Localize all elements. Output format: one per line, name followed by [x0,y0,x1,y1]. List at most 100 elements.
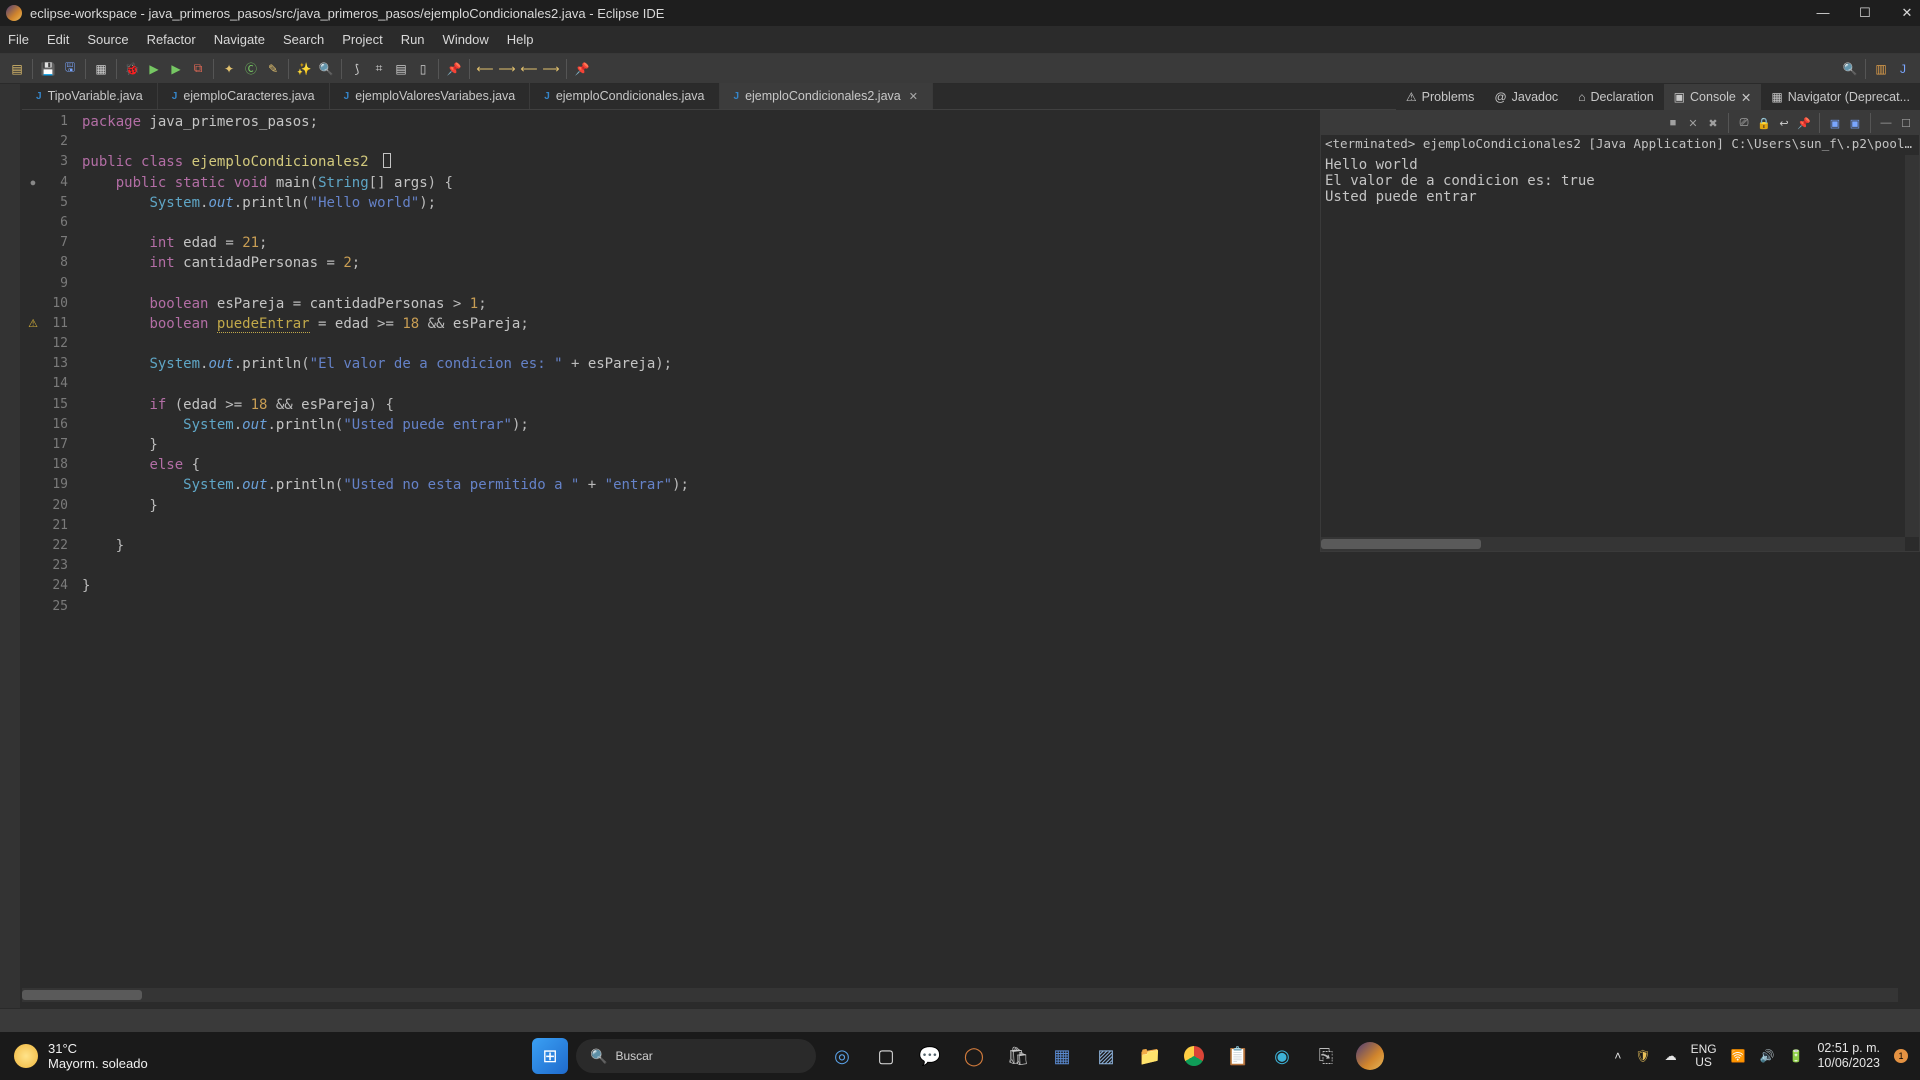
gutter-marker[interactable] [22,597,44,617]
pin-editor-icon[interactable]: 📌 [572,59,592,79]
browser-icon[interactable]: ◯ [956,1038,992,1074]
gutter-marker[interactable] [22,213,44,233]
coverage-icon[interactable]: ▶ [166,59,186,79]
battery-icon[interactable]: 🔋 [1788,1049,1803,1063]
forward2-icon[interactable]: ⟶ [541,59,561,79]
tray-cloud-icon[interactable]: ☁ [1665,1049,1677,1063]
tray-shield-icon[interactable]: 🛡 [1635,1049,1650,1063]
taskbar-search[interactable]: 🔍 Buscar [576,1039,816,1073]
scrollbar-thumb[interactable] [22,990,142,1000]
notes-icon[interactable]: 📋 [1220,1038,1256,1074]
gutter-marker[interactable] [22,294,44,314]
terminal-icon[interactable]: ⎘ [1308,1038,1344,1074]
gutter-marker[interactable] [22,233,44,253]
gutter-marker[interactable] [22,556,44,576]
code-content[interactable] [78,597,1920,617]
file-explorer-icon[interactable]: 📁 [1132,1038,1168,1074]
task-view-icon[interactable]: ▢ [868,1038,904,1074]
terminate-icon[interactable]: ■ [1664,114,1682,132]
search-icon[interactable]: 🔍 [316,59,336,79]
editor-tab[interactable]: JejemploValoresVariabes.java [330,83,531,109]
gutter-marker[interactable] [22,395,44,415]
view-tab-console[interactable]: ▣Console✕ [1664,84,1762,110]
quick-access-icon[interactable]: 🔍 [1840,59,1860,79]
pin-icon[interactable]: 📌 [444,59,464,79]
java-perspective-icon[interactable]: J [1893,59,1913,79]
toggle-icon[interactable]: ▦ [91,59,111,79]
eclipse-taskbar-icon[interactable] [1352,1038,1388,1074]
language-indicator[interactable]: ENG US [1691,1043,1717,1069]
code-line[interactable]: 25 [22,597,1920,617]
gutter-marker[interactable] [22,334,44,354]
run-icon[interactable]: ▶ [144,59,164,79]
word-wrap-icon[interactable]: ↩ [1775,114,1793,132]
editor-tab[interactable]: JejemploCondicionales.java [530,83,719,109]
gutter-marker[interactable] [22,132,44,152]
gutter-marker[interactable] [22,415,44,435]
gutter-marker[interactable]: ⚠ [22,314,44,334]
back-icon[interactable]: ⟵ [475,59,495,79]
code-content[interactable] [78,556,1920,576]
new-pkg-icon[interactable]: ✦ [219,59,239,79]
gutter-marker[interactable] [22,253,44,273]
minimize-button[interactable]: — [1816,5,1830,21]
gutter-marker[interactable] [22,496,44,516]
step-icon[interactable]: ⌗ [369,59,389,79]
menu-refactor[interactable]: Refactor [147,32,196,47]
pin-console-icon[interactable]: 📌 [1795,114,1813,132]
maximize-view-icon[interactable]: ☐ [1897,114,1915,132]
gutter-marker[interactable] [22,435,44,455]
taskbar-weather[interactable]: 31°C Mayorm. soleado [0,1041,162,1071]
gutter-marker[interactable]: ● [22,173,44,193]
app-icon-2[interactable]: ▨ [1088,1038,1124,1074]
run-ext-icon[interactable]: ⧉ [188,59,208,79]
editor-tab[interactable]: JejemploCaracteres.java [158,83,330,109]
scroll-lock-icon[interactable]: 🔒 [1755,114,1773,132]
perspective-open-icon[interactable]: ▥ [1871,59,1891,79]
code-line[interactable]: 24} [22,576,1920,596]
menu-source[interactable]: Source [87,32,128,47]
view-tab-problems[interactable]: ⚠Problems [1396,84,1485,110]
new-folder-icon[interactable]: ✎ [263,59,283,79]
menu-file[interactable]: File [8,32,29,47]
gutter-marker[interactable] [22,475,44,495]
start-button[interactable]: ⊞ [532,1038,568,1074]
remove-all-icon[interactable]: ✖ [1704,114,1722,132]
gutter-marker[interactable] [22,455,44,475]
gutter-marker[interactable] [22,152,44,172]
console-h-scrollbar[interactable] [1321,537,1905,551]
close-tab-icon[interactable]: ✕ [909,90,918,103]
menu-search[interactable]: Search [283,32,324,47]
console-v-scrollbar[interactable] [1905,155,1919,537]
minimize-view-icon[interactable]: — [1877,114,1895,132]
outline-icon[interactable]: ▤ [391,59,411,79]
save-all-icon[interactable]: 🖫 [60,59,80,79]
menu-project[interactable]: Project [342,32,382,47]
code-line[interactable]: 23 [22,556,1920,576]
open-type-icon[interactable]: ✨ [294,59,314,79]
editor-tab[interactable]: JTipoVariable.java [22,83,158,109]
chrome-icon[interactable] [1176,1038,1212,1074]
new-class-icon[interactable]: Ⓒ [241,59,261,79]
scrollbar-thumb[interactable] [1321,539,1481,549]
menu-run[interactable]: Run [401,32,425,47]
notification-badge[interactable]: 1 [1894,1049,1908,1063]
bing-icon[interactable]: ◎ [824,1038,860,1074]
store-icon[interactable]: 🛍 [1000,1038,1036,1074]
menu-edit[interactable]: Edit [47,32,69,47]
edge-icon[interactable]: ◉ [1264,1038,1300,1074]
editor-h-scrollbar[interactable] [22,988,1898,1002]
console-output[interactable]: Hello worldEl valor de a condicion es: t… [1321,155,1905,537]
code-content[interactable]: } [78,576,1920,596]
remove-launch-icon[interactable]: ✕ [1684,114,1702,132]
save-icon[interactable]: 💾 [38,59,58,79]
bookmark-icon[interactable]: ▯ [413,59,433,79]
maximize-button[interactable]: ☐ [1858,5,1872,21]
gutter-marker[interactable] [22,536,44,556]
tray-chevron-icon[interactable]: ˄ [1614,1049,1621,1063]
display-console-icon[interactable]: ▣ [1826,114,1844,132]
wand-icon[interactable]: ⟆ [347,59,367,79]
gutter-marker[interactable] [22,516,44,536]
clear-icon[interactable]: ⎚ [1735,114,1753,132]
view-tab-navigator-deprecat-[interactable]: ▦Navigator (Deprecat... [1761,84,1920,110]
